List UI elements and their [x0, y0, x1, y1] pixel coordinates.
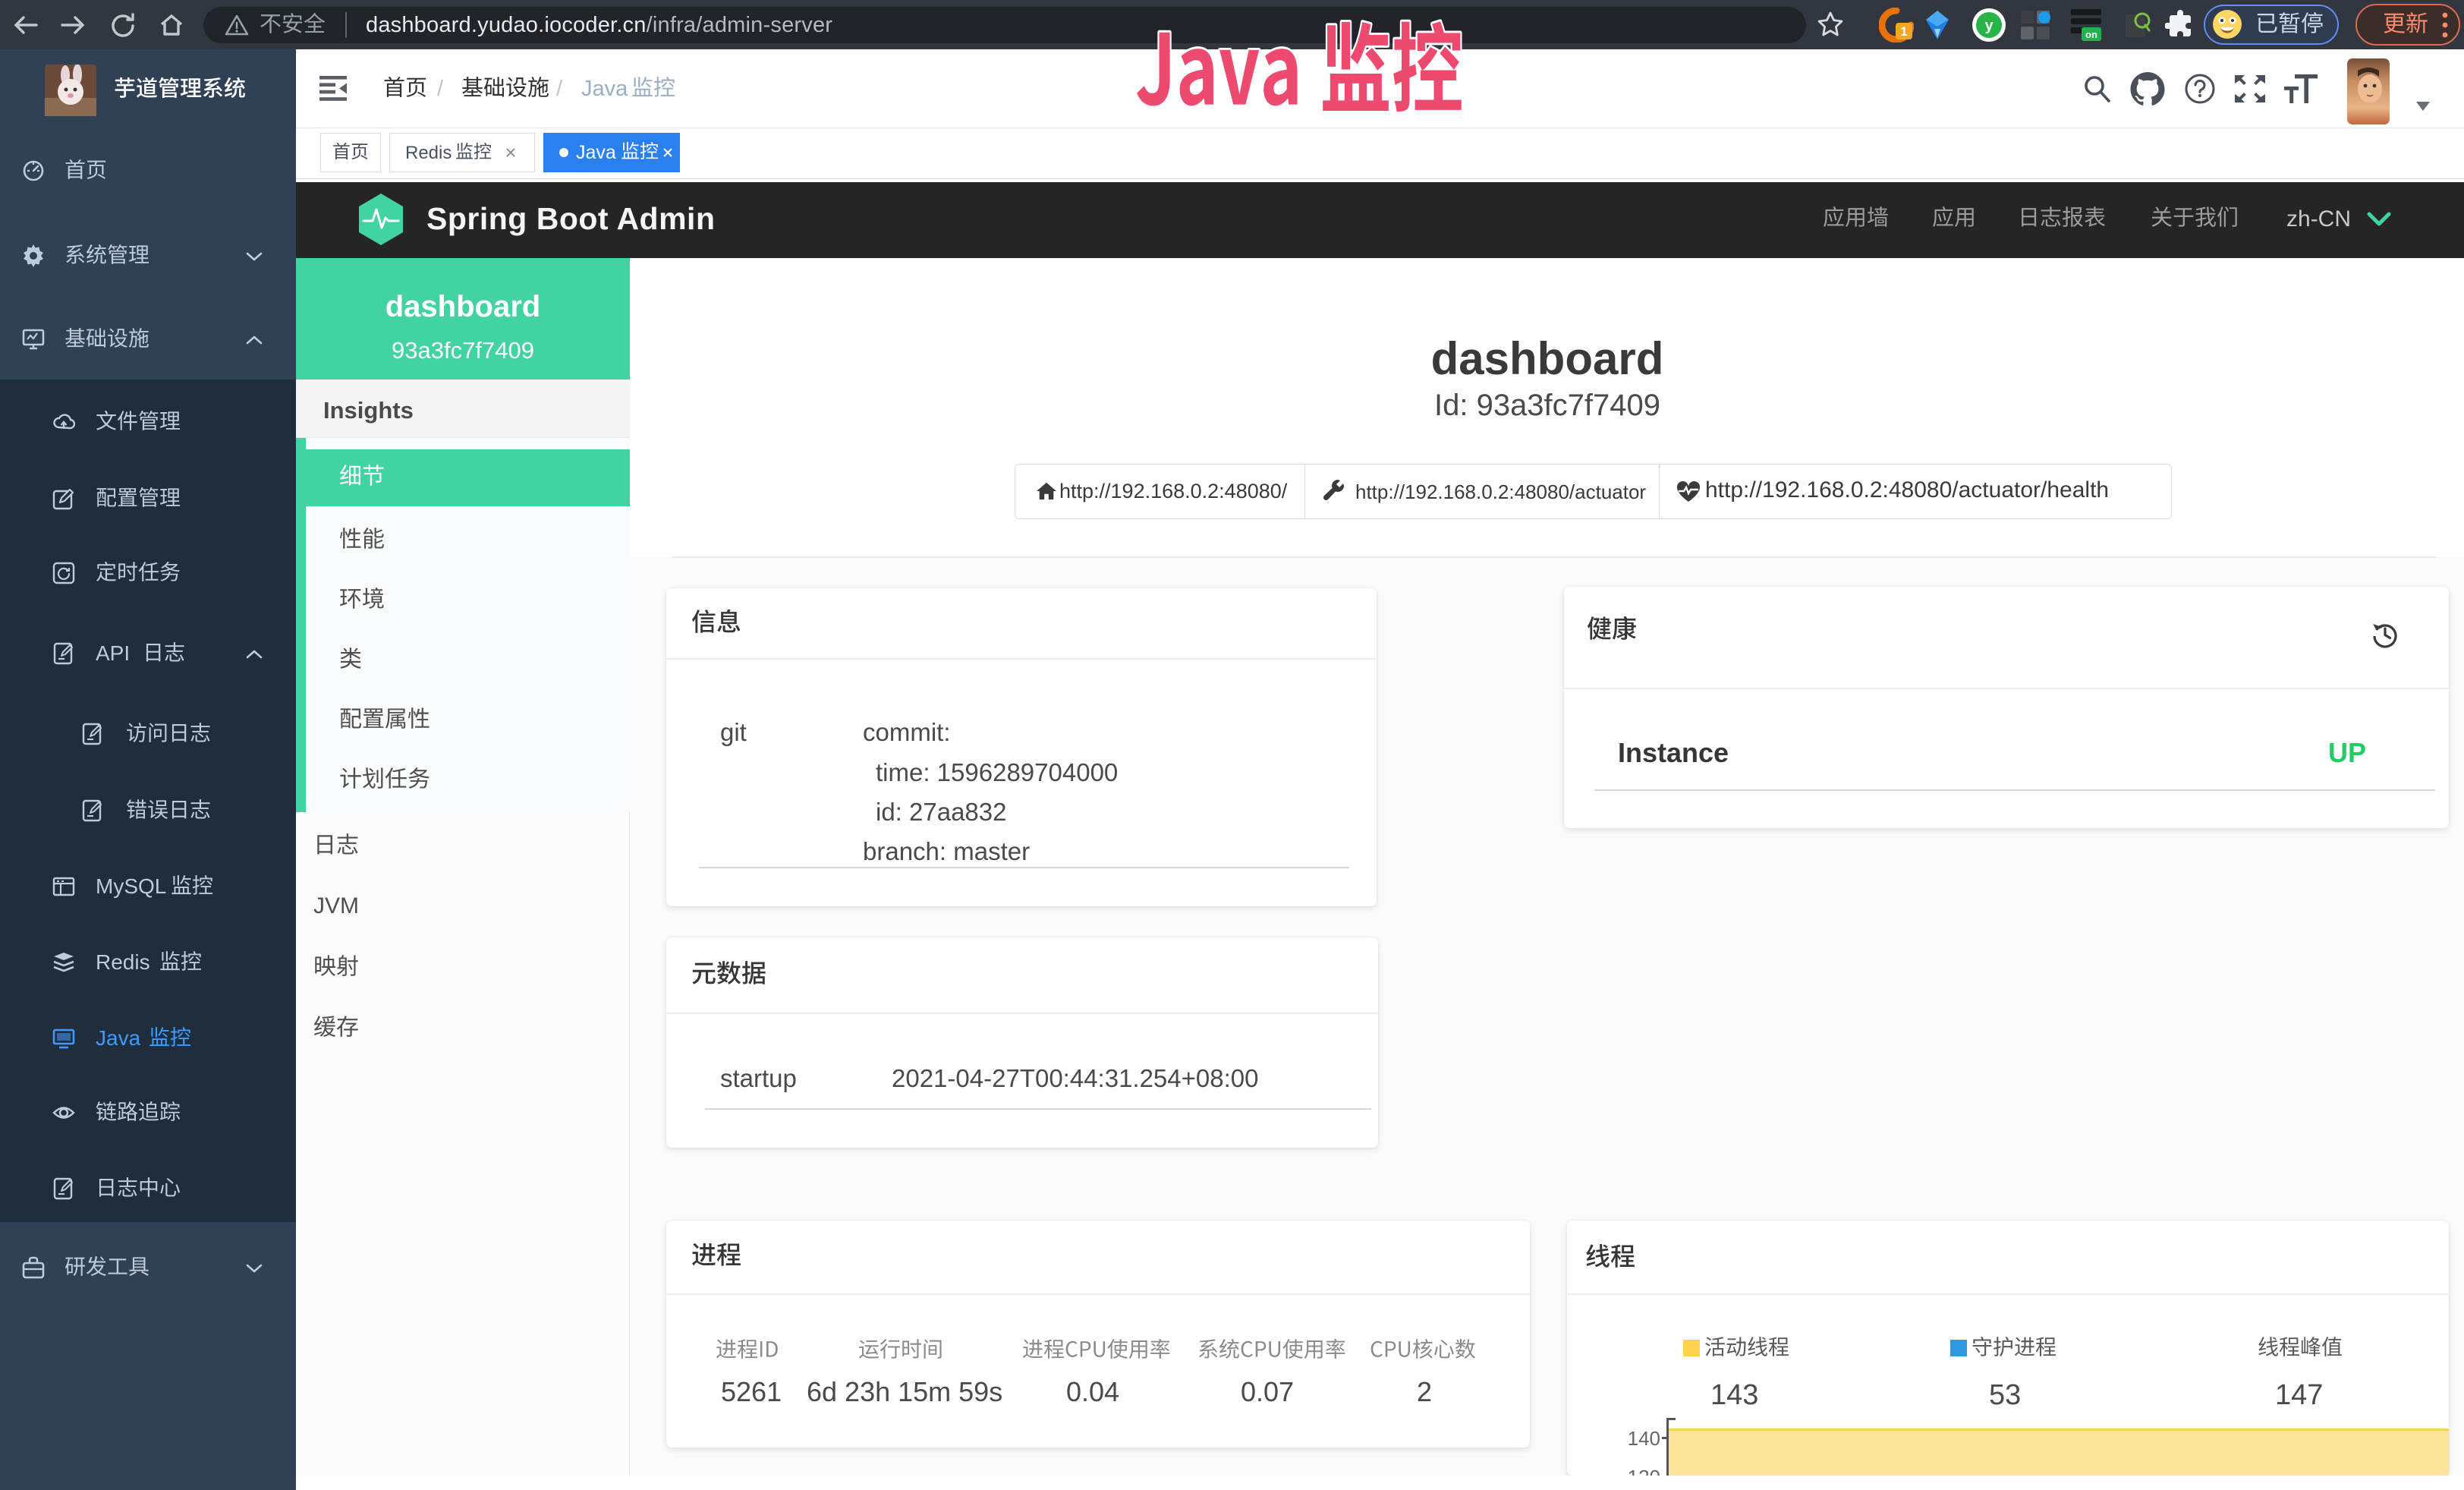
svg-text:y: y: [1984, 17, 1994, 34]
svg-text:1: 1: [1900, 24, 1907, 39]
svg-text:on: on: [2085, 29, 2097, 40]
